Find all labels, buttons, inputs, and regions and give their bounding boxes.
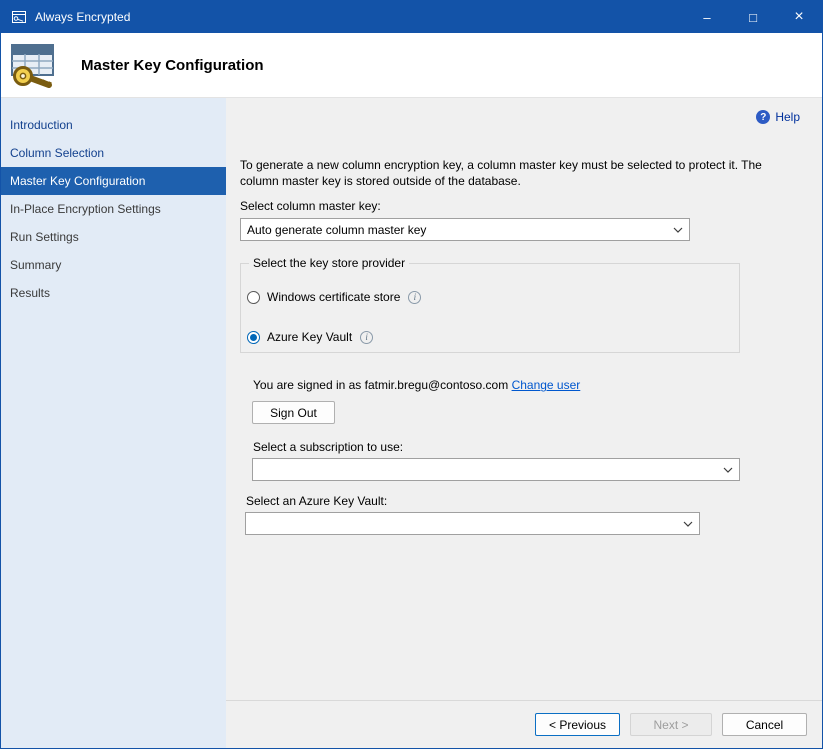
radio-azure-key-vault-label: Azure Key Vault	[267, 330, 352, 344]
master-key-dropdown[interactable]: Auto generate column master key	[240, 218, 690, 241]
sidebar-item-summary[interactable]: Summary	[1, 251, 226, 279]
chevron-down-icon	[678, 514, 698, 533]
change-user-link[interactable]: Change user	[512, 378, 581, 392]
maximize-icon: □	[749, 10, 757, 25]
master-key-value: Auto generate column master key	[247, 223, 426, 237]
help-link[interactable]: ? Help	[756, 110, 800, 124]
chevron-down-icon	[668, 220, 688, 239]
radio-azure-key-vault[interactable]: Azure Key Vault i	[247, 330, 727, 344]
window-controls: – □ ×	[684, 1, 822, 33]
subscription-dropdown[interactable]	[252, 458, 740, 481]
subscription-label: Select a subscription to use:	[253, 440, 822, 454]
intro-text: To generate a new column encryption key,…	[240, 157, 800, 189]
sidebar-item-column-selection[interactable]: Column Selection	[1, 139, 226, 167]
table-key-icon	[9, 41, 59, 89]
wizard-header: Master Key Configuration	[1, 33, 822, 98]
key-vault-label: Select an Azure Key Vault:	[246, 494, 822, 508]
cancel-button[interactable]: Cancel	[722, 713, 807, 736]
previous-button[interactable]: < Previous	[535, 713, 620, 736]
next-button[interactable]: Next >	[630, 713, 712, 736]
title-bar: Always Encrypted – □ ×	[1, 1, 822, 33]
minimize-icon: –	[703, 10, 710, 25]
sidebar-item-results[interactable]: Results	[1, 279, 226, 307]
footer-button-bar: < Previous Next > Cancel	[226, 700, 822, 748]
help-label: Help	[775, 110, 800, 124]
maximize-button[interactable]: □	[730, 1, 776, 33]
master-key-label: Select column master key:	[240, 199, 822, 213]
key-vault-dropdown[interactable]	[245, 512, 700, 535]
info-icon[interactable]: i	[408, 291, 421, 304]
main-panel: ? Help To generate a new column encrypti…	[226, 98, 822, 748]
page-title: Master Key Configuration	[81, 57, 264, 74]
sign-out-button[interactable]: Sign Out	[252, 401, 335, 424]
help-icon: ?	[756, 110, 770, 124]
sidebar-item-master-key-configuration[interactable]: Master Key Configuration	[1, 167, 226, 195]
signed-in-text: You are signed in as fatmir.bregu@contos…	[253, 378, 508, 392]
app-icon	[11, 9, 27, 25]
chevron-down-icon	[718, 460, 738, 479]
radio-windows-certificate-store[interactable]: Windows certificate store i	[247, 290, 727, 304]
close-button[interactable]: ×	[776, 1, 822, 33]
sidebar-item-in-place-encryption[interactable]: In-Place Encryption Settings	[1, 195, 226, 223]
key-store-provider-title: Select the key store provider	[249, 256, 409, 270]
sidebar-item-introduction[interactable]: Introduction	[1, 111, 226, 139]
sidebar-item-run-settings[interactable]: Run Settings	[1, 223, 226, 251]
radio-unchecked-icon	[247, 291, 260, 304]
key-store-provider-group: Select the key store provider Windows ce…	[240, 263, 740, 353]
radio-checked-icon	[247, 331, 260, 344]
wizard-steps-sidebar: Introduction Column Selection Master Key…	[1, 98, 226, 748]
close-icon: ×	[794, 8, 803, 26]
info-icon[interactable]: i	[360, 331, 373, 344]
signed-in-row: You are signed in as fatmir.bregu@contos…	[253, 378, 822, 392]
radio-windows-certificate-store-label: Windows certificate store	[267, 290, 400, 304]
always-encrypted-dialog: Always Encrypted – □ × Master Key Config…	[0, 0, 823, 749]
minimize-button[interactable]: –	[684, 1, 730, 33]
window-title: Always Encrypted	[35, 10, 130, 24]
